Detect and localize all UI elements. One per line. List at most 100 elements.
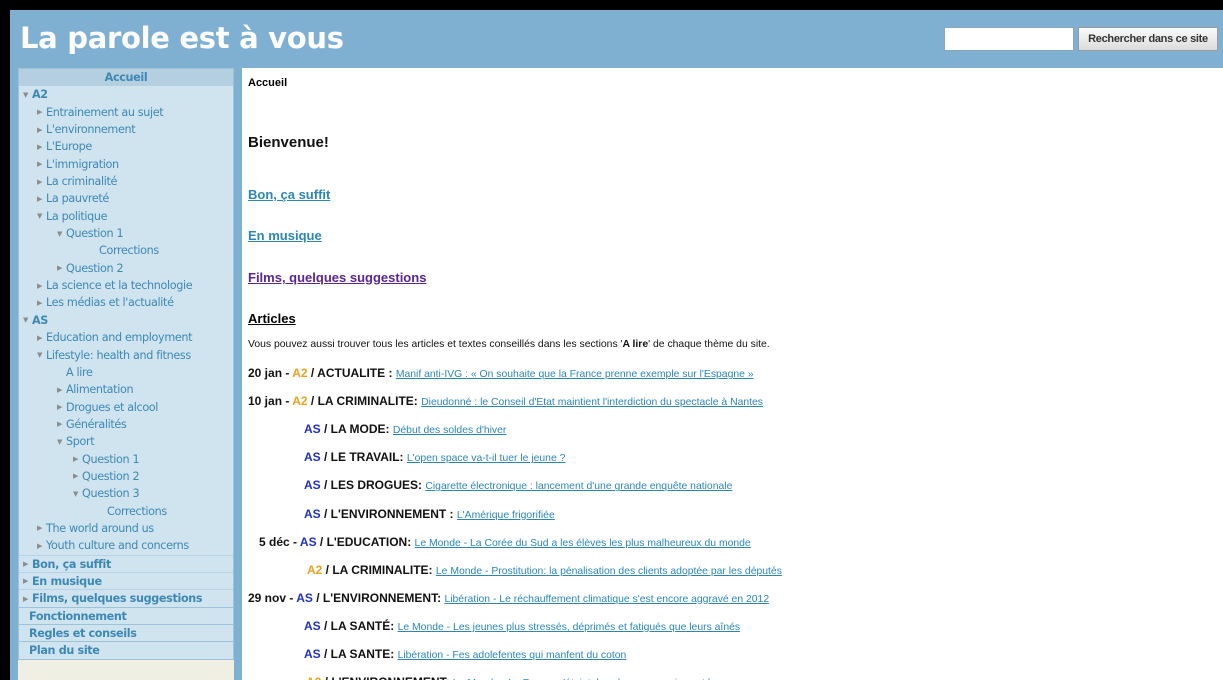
caret-down-icon[interactable]: ▼ bbox=[57, 226, 66, 243]
caret-down-icon[interactable]: ▼ bbox=[37, 347, 46, 364]
sidebar-item-label: A lire bbox=[66, 365, 93, 379]
article-link[interactable]: Le Monde - Les jeunes plus stressés, dép… bbox=[398, 622, 741, 633]
article-link[interactable]: Dieudonné : le Conseil d'Etat maintient … bbox=[421, 397, 763, 408]
sidebar-item-label: Généralités bbox=[66, 417, 127, 431]
sidebar-item-label: Education and employment bbox=[46, 331, 193, 345]
article-topic: / ACTUALITE : bbox=[307, 366, 396, 380]
sidebar-item-politique[interactable]: ▼ La politique bbox=[19, 208, 233, 225]
sidebar-item-criminalite[interactable]: ▶ La criminalité bbox=[19, 173, 233, 190]
caret-right-icon[interactable]: ▶ bbox=[73, 451, 82, 468]
article-link[interactable]: L'open space va-t-il tuer le jeune ? bbox=[407, 453, 566, 464]
link-films[interactable]: Films, quelques suggestions bbox=[248, 270, 426, 285]
sidebar-item-fonctionnement[interactable]: Fonctionnement bbox=[19, 606, 233, 624]
intro-bold: A lire bbox=[622, 339, 649, 350]
sidebar-item-films[interactable]: ▶ Films, quelques suggestions bbox=[19, 589, 233, 606]
sidebar-item-label: L'Europe bbox=[46, 140, 92, 154]
caret-right-icon[interactable]: ▶ bbox=[37, 295, 46, 312]
caret-right-icon[interactable]: ▶ bbox=[73, 468, 82, 485]
article-link[interactable]: Libération - Le réchauffement climatique… bbox=[444, 594, 769, 605]
article-row: A2 / LA CRIMINALITE: Le Monde - Prostitu… bbox=[307, 563, 782, 577]
article-link[interactable]: Libération - Fes adolefentes qui manfent… bbox=[398, 650, 627, 661]
caret-right-icon[interactable]: ▶ bbox=[37, 278, 46, 295]
sidebar-item-environnement[interactable]: ▶ L'environnement bbox=[19, 121, 233, 138]
sidebar-item-as[interactable]: ▼ AS bbox=[19, 312, 233, 329]
sidebar-item-label: La criminalité bbox=[46, 175, 118, 189]
caret-right-icon[interactable]: ▶ bbox=[57, 382, 66, 399]
caret-down-icon[interactable]: ▼ bbox=[37, 208, 46, 225]
sidebar-item-politique-corrections[interactable]: Corrections bbox=[19, 242, 233, 259]
sidebar-item-a2[interactable]: ▼ A2 bbox=[19, 86, 233, 103]
sidebar-item-label: L'environnement bbox=[46, 123, 136, 137]
sidebar-item-generalites[interactable]: ▶ Généralités bbox=[19, 416, 233, 433]
article-level-badge: AS bbox=[304, 422, 321, 437]
sidebar-item-sport-question-2[interactable]: ▶ Question 2 bbox=[19, 468, 233, 485]
article-level-badge: AS bbox=[304, 618, 321, 633]
article-link[interactable]: Le Monde - Prostitution: la pénalisation… bbox=[436, 566, 782, 577]
search-button[interactable]: Rechercher dans ce site bbox=[1078, 27, 1218, 51]
caret-right-icon[interactable]: ▶ bbox=[37, 191, 46, 208]
article-row: 20 jan - A2 / ACTUALITE : Manif anti-IVG… bbox=[248, 366, 754, 380]
article-level-badge: AS bbox=[304, 647, 321, 661]
caret-right-icon[interactable]: ▶ bbox=[37, 330, 46, 347]
sidebar-item-label: Question 1 bbox=[66, 227, 124, 241]
sidebar-item-en-musique[interactable]: ▶ En musique bbox=[19, 571, 233, 589]
link-bon-ca-suffit[interactable]: Bon, ça suffit bbox=[248, 187, 330, 202]
caret-right-icon[interactable]: ▶ bbox=[37, 104, 46, 121]
sidebar-item-medias[interactable]: ▶ Les médias et l'actualité bbox=[19, 294, 233, 311]
sidebar-item-entrainement[interactable]: ▶ Entrainement au sujet bbox=[19, 104, 233, 121]
article-link[interactable]: Le Monde - La Corée du Sud a les élèves … bbox=[415, 538, 751, 549]
site-title[interactable]: La parole est à vous bbox=[20, 21, 344, 55]
sidebar-item-lifestyle[interactable]: ▼ Lifestyle: health and fitness bbox=[19, 347, 233, 364]
caret-down-icon[interactable]: ▼ bbox=[57, 434, 66, 451]
sidebar-item-education[interactable]: ▶ Education and employment bbox=[19, 329, 233, 346]
article-link[interactable]: L'Amérique frigorifiée bbox=[457, 510, 555, 521]
sidebar-item-label: Entrainement au sujet bbox=[46, 105, 164, 119]
article-link[interactable]: Début des soldes d'hiver bbox=[393, 425, 506, 436]
sidebar-item-bon-ca-suffit[interactable]: ▶ Bon, ça suffit bbox=[19, 554, 233, 572]
sidebar-item-sport-corrections[interactable]: Corrections bbox=[19, 503, 233, 520]
caret-right-icon[interactable]: ▶ bbox=[23, 556, 32, 572]
caret-right-icon[interactable]: ▶ bbox=[57, 260, 66, 277]
caret-down-icon[interactable]: ▼ bbox=[73, 486, 82, 503]
caret-down-icon[interactable]: ▼ bbox=[23, 87, 32, 104]
sidebar-item-accueil[interactable]: Accueil bbox=[19, 69, 233, 87]
sidebar-item-pauvrete[interactable]: ▶ La pauvreté bbox=[19, 190, 233, 207]
caret-down-icon[interactable]: ▼ bbox=[23, 312, 32, 329]
sidebar-item-world[interactable]: ▶ The world around us bbox=[19, 520, 233, 537]
sidebar-item-regles[interactable]: Regles et conseils bbox=[19, 623, 233, 641]
article-level-badge: A2 bbox=[292, 394, 308, 409]
article-link[interactable]: Manif anti-IVG : « On souhaite que la Fr… bbox=[396, 369, 754, 380]
sidebar-item-politique-question-2[interactable]: ▶ Question 2 bbox=[19, 260, 233, 277]
caret-right-icon[interactable]: ▶ bbox=[23, 573, 32, 589]
search-input[interactable] bbox=[944, 27, 1074, 51]
sidebar-item-label: La politique bbox=[46, 209, 108, 223]
article-row: 5 déc - AS / L'EDUCATION: Le Monde - La … bbox=[259, 535, 751, 549]
article-level-badge: AS bbox=[296, 590, 313, 605]
article-topic: / LES DROGUES: bbox=[320, 478, 426, 493]
caret-right-icon[interactable]: ▶ bbox=[57, 416, 66, 433]
sidebar-item-sport-question-1[interactable]: ▶ Question 1 bbox=[19, 451, 233, 468]
caret-right-icon[interactable]: ▶ bbox=[37, 122, 46, 139]
article-topic: / LA SANTÉ: bbox=[320, 618, 398, 633]
sidebar-item-sport[interactable]: ▼ Sport bbox=[19, 433, 233, 450]
sidebar-item-sport-question-3[interactable]: ▼ Question 3 bbox=[19, 485, 233, 502]
sidebar-item-plan-du-site[interactable]: Plan du site bbox=[19, 641, 233, 658]
caret-right-icon[interactable]: ▶ bbox=[37, 538, 46, 555]
article-link[interactable]: Cigarette électronique : lancement d'une… bbox=[425, 481, 732, 492]
sidebar-item-politique-question-1[interactable]: ▼ Question 1 bbox=[19, 225, 233, 242]
caret-right-icon[interactable]: ▶ bbox=[57, 399, 66, 416]
sidebar-item-immigration[interactable]: ▶ L'immigration bbox=[19, 156, 233, 173]
sidebar-item-alimentation[interactable]: ▶ Alimentation bbox=[19, 381, 233, 398]
sidebar-item-europe[interactable]: ▶ L'Europe bbox=[19, 138, 233, 155]
sidebar-item-science[interactable]: ▶ La science et la technologie bbox=[19, 277, 233, 294]
sidebar-item-youth[interactable]: ▶ Youth culture and concerns bbox=[19, 537, 233, 554]
caret-right-icon[interactable]: ▶ bbox=[37, 520, 46, 537]
sidebar-item-label: La science et la technologie bbox=[46, 279, 193, 293]
caret-right-icon[interactable]: ▶ bbox=[37, 174, 46, 191]
caret-right-icon[interactable]: ▶ bbox=[37, 139, 46, 156]
caret-right-icon[interactable]: ▶ bbox=[37, 156, 46, 173]
link-en-musique[interactable]: En musique bbox=[248, 228, 322, 243]
caret-right-icon[interactable]: ▶ bbox=[23, 591, 32, 607]
sidebar-item-a-lire[interactable]: A lire bbox=[19, 364, 233, 381]
sidebar-item-drogues[interactable]: ▶ Drogues et alcool bbox=[19, 399, 233, 416]
